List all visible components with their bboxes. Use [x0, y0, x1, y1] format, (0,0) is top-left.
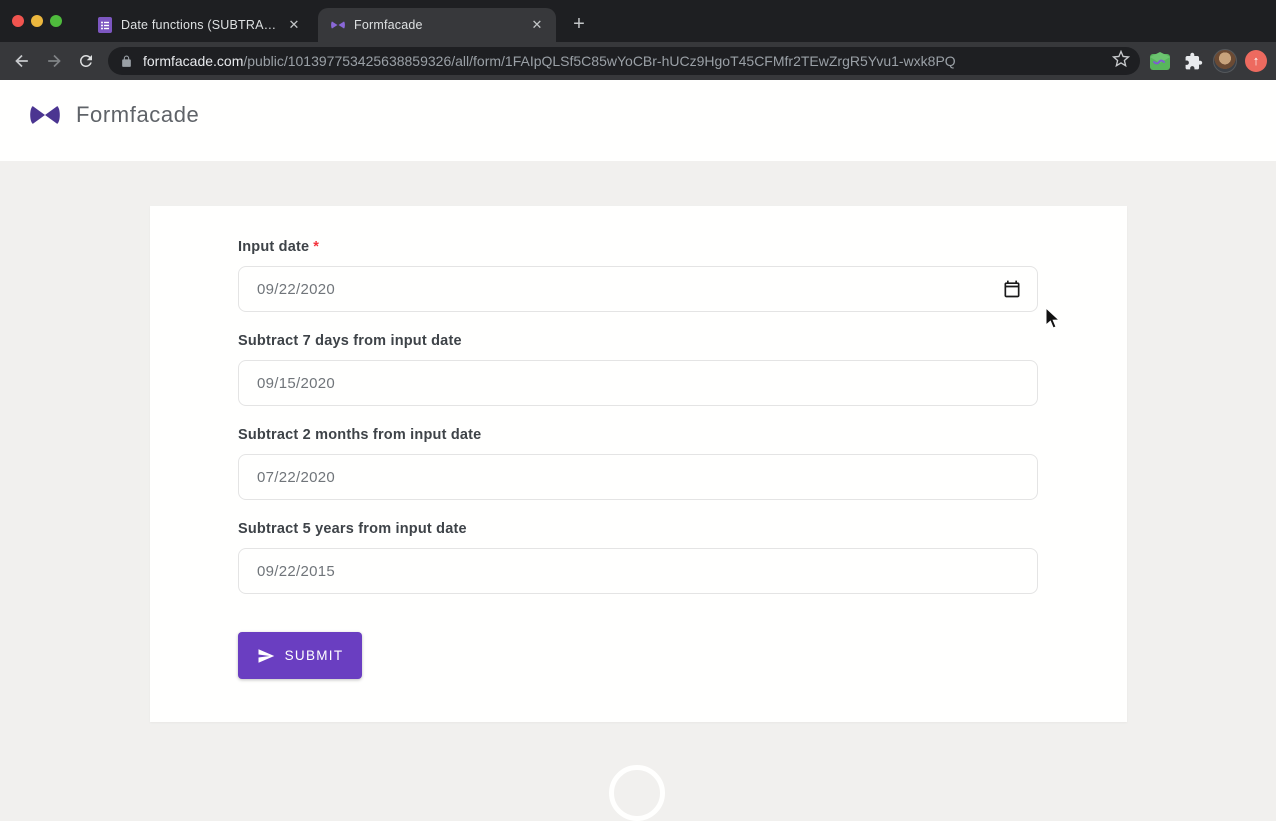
back-button[interactable]: [10, 49, 34, 73]
browser-update-icon[interactable]: ↑: [1244, 49, 1268, 73]
google-forms-icon: [98, 17, 112, 33]
url-domain: formfacade.com: [143, 53, 244, 69]
site-header: Formfacade: [0, 80, 1276, 207]
field-label: Input date *: [238, 239, 320, 255]
macos-minimize-button[interactable]: [31, 15, 43, 27]
tab-title: Date functions (SUBTRACT) - (: [121, 18, 277, 32]
subtract-5-years-field[interactable]: [238, 548, 1038, 594]
formfacade-favicon-icon: [331, 21, 345, 29]
brand-name: Formfacade: [76, 102, 200, 127]
macos-close-button[interactable]: [12, 15, 24, 27]
required-marker: *: [313, 239, 320, 255]
lock-icon: [122, 55, 131, 67]
calendar-picker-icon[interactable]: [1002, 279, 1022, 299]
field-label: Subtract 5 years from input date: [238, 521, 467, 537]
bookmark-star-icon[interactable]: [1111, 49, 1131, 73]
arrow-up-icon: ↑: [1245, 50, 1267, 72]
profile-avatar[interactable]: [1213, 49, 1237, 73]
new-tab-button[interactable]: +: [566, 12, 592, 38]
form-card: Input date* Subtract 7 days from input d…: [150, 206, 1127, 722]
tab-close-icon[interactable]: ✕: [285, 16, 303, 34]
submit-button[interactable]: SUBMIT: [238, 632, 362, 679]
tab-formfacade[interactable]: Formfacade ✕: [318, 8, 556, 42]
submit-label: SUBMIT: [284, 648, 344, 663]
forward-button[interactable]: [42, 49, 66, 73]
extensions-puzzle-icon[interactable]: [1181, 49, 1205, 73]
url-path: /public/101397753425638859326/all/form/1…: [243, 53, 956, 69]
field-label: Subtract 2 months from input date: [238, 427, 482, 443]
browser-tab-bar: Date functions (SUBTRACT) - ( ✕ Formfaca…: [0, 0, 1276, 42]
field-subtract-7-days: Subtract 7 days from input date: [238, 333, 1038, 406]
url-text: formfacade.com/public/101397753425638859…: [143, 53, 1104, 69]
field-subtract-5-years: Subtract 5 years from input date: [238, 521, 1038, 594]
tab-close-icon[interactable]: ✕: [528, 16, 546, 34]
brand-home-link[interactable]: Formfacade: [28, 102, 199, 128]
send-icon: [258, 648, 274, 663]
input-date-field[interactable]: [238, 266, 1038, 312]
mail-extension-icon[interactable]: [1148, 49, 1172, 73]
avatar-image: [1213, 49, 1237, 73]
field-subtract-2-months: Subtract 2 months from input date: [238, 427, 1038, 500]
macos-zoom-button[interactable]: [50, 15, 62, 27]
tab-title: Formfacade: [354, 18, 423, 32]
subtract-2-months-field[interactable]: [238, 454, 1038, 500]
formfacade-logo-icon: [30, 106, 60, 124]
reload-button[interactable]: [74, 49, 98, 73]
address-bar[interactable]: formfacade.com/public/101397753425638859…: [108, 47, 1140, 75]
field-input-date: Input date *: [238, 239, 1038, 312]
tab-google-forms[interactable]: Date functions (SUBTRACT) - ( ✕: [85, 8, 313, 42]
subtract-7-days-field[interactable]: [238, 360, 1038, 406]
browser-toolbar: formfacade.com/public/101397753425638859…: [0, 42, 1276, 80]
loading-ring: [609, 765, 665, 821]
field-label: Subtract 7 days from input date: [238, 333, 462, 349]
